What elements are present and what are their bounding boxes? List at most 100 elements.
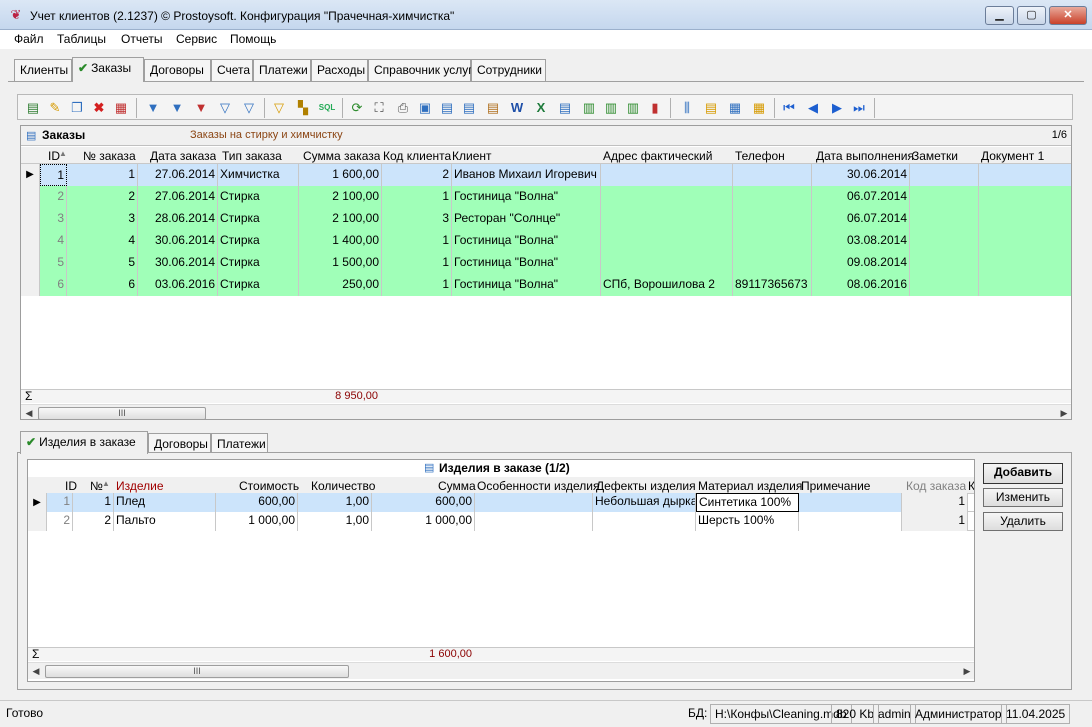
table-cell[interactable] <box>733 186 812 208</box>
table-cell[interactable] <box>910 186 979 208</box>
table-cell[interactable] <box>733 208 812 230</box>
columns-icon[interactable]: ⫼ <box>678 99 696 117</box>
col-phone[interactable]: Телефон <box>735 149 785 163</box>
table-cell[interactable]: 1 <box>902 493 968 512</box>
col-order-type[interactable]: Тип заказа <box>222 149 282 163</box>
table-cell[interactable]: 1 <box>47 493 73 512</box>
orders-hscrollbar[interactable]: ◀ III ▶ <box>21 404 1071 419</box>
table-cell[interactable]: 3 <box>67 208 138 230</box>
table-cell[interactable] <box>593 512 696 531</box>
table-cell[interactable]: Шерсть 100% <box>696 512 799 531</box>
table-cell[interactable]: 2 <box>73 512 114 531</box>
items-hscrollbar[interactable]: ◀ III ▶ <box>28 662 974 679</box>
filter-remove-icon[interactable]: ▼ <box>192 99 210 117</box>
csv2-icon[interactable]: ▥ <box>602 99 620 117</box>
table-row[interactable]: 3 3 28.06.2014 Стирка 2 100,00 3 Ресторан "Сол… <box>21 208 1071 230</box>
maximize-button[interactable]: ▢ <box>1017 6 1046 25</box>
scroll-thumb[interactable]: III <box>45 665 349 678</box>
table-cell[interactable]: Стирка <box>218 186 299 208</box>
print-icon[interactable]: ⎙ <box>394 99 412 117</box>
filter-saved-icon[interactable]: ▽ <box>270 99 288 117</box>
row-indicator[interactable]: ▶ <box>21 164 40 186</box>
table-cell[interactable] <box>733 252 812 274</box>
table-cell[interactable]: 1 <box>73 493 114 512</box>
col-client[interactable]: Клиент <box>452 149 492 163</box>
table-cell[interactable] <box>601 164 733 186</box>
table-row[interactable]: 5 5 30.06.2014 Стирка 1 500,00 1 Гостиница "Во… <box>21 252 1071 274</box>
excel-icon[interactable]: X <box>532 99 550 117</box>
table-cell[interactable] <box>910 252 979 274</box>
scroll-right-icon[interactable]: ▶ <box>961 665 973 678</box>
scroll-right-icon[interactable]: ▶ <box>1058 407 1070 419</box>
table-row[interactable]: ▶ 1 1 27.06.2014 Химчистка 1 600,00 2 Иванов Ми… <box>21 164 1071 186</box>
table-cell[interactable]: Ресторан "Солнце" <box>452 208 601 230</box>
table-cell[interactable] <box>601 252 733 274</box>
first-icon[interactable]: ⏮ <box>780 99 798 117</box>
table-cell[interactable]: Синтетика 100% <box>696 493 799 512</box>
tab-invoices[interactable]: Счета <box>211 59 253 81</box>
tab-services[interactable]: Справочник услуг <box>368 59 473 81</box>
filter-settings-icon[interactable]: ▽ <box>240 99 258 117</box>
scroll-left-icon[interactable]: ◀ <box>30 665 42 678</box>
export3-icon[interactable]: ▤ <box>484 99 502 117</box>
table-cell[interactable] <box>979 164 1071 186</box>
table-cell[interactable] <box>979 274 1071 296</box>
col-notes[interactable]: Заметки <box>912 149 958 163</box>
col-document[interactable]: Документ 1 <box>981 149 1044 163</box>
table-cell[interactable]: 250,00 <box>299 274 382 296</box>
col-id[interactable]: ID <box>65 479 77 493</box>
prev-icon[interactable]: ◀ <box>804 99 822 117</box>
add-icon[interactable]: ▤ <box>24 99 42 117</box>
scroll-left-icon[interactable]: ◀ <box>23 407 35 419</box>
table-cell[interactable]: 03.08.2014 <box>812 230 910 252</box>
row-indicator[interactable] <box>21 186 40 208</box>
table-cell[interactable]: 2 <box>47 512 73 531</box>
table-cell[interactable]: 1 <box>67 164 138 186</box>
col-features[interactable]: Особенности изделия <box>477 479 599 493</box>
table-cell[interactable]: 27.06.2014 <box>138 186 218 208</box>
table-cell[interactable]: 6 <box>67 274 138 296</box>
table-cell[interactable] <box>475 493 593 512</box>
scroll-thumb[interactable]: III <box>38 407 206 419</box>
table-cell[interactable] <box>910 230 979 252</box>
table-cell[interactable]: 600,00 <box>372 493 475 512</box>
table-cell[interactable]: 4 <box>40 230 67 252</box>
row-indicator[interactable] <box>21 230 40 252</box>
table-row[interactable]: 2 2 Пальто 1 000,00 1,00 1 000,00 Шерсть 100% 1 <box>28 512 974 531</box>
col-order-sum[interactable]: Сумма заказа <box>303 149 380 163</box>
table-row[interactable]: 6 6 03.06.2016 Стирка 250,00 1 Гостиница "Волн… <box>21 274 1071 296</box>
table-cell[interactable] <box>733 230 812 252</box>
col-done-date[interactable]: Дата выполнения <box>816 149 914 163</box>
col-note[interactable]: Примечание <box>801 479 870 493</box>
export2-icon[interactable]: ▤ <box>460 99 478 117</box>
export-xml-icon[interactable]: ▤ <box>556 99 574 117</box>
tab-sub-contracts[interactable]: Договоры <box>148 433 211 453</box>
tab-order-items[interactable]: ✔ Изделия в заказе <box>20 431 148 454</box>
table-cell[interactable] <box>910 164 979 186</box>
table-cell[interactable]: 1 <box>382 186 452 208</box>
table-cell[interactable]: 2 100,00 <box>299 208 382 230</box>
tab-payments[interactable]: Платежи <box>253 59 311 81</box>
table-cell[interactable] <box>910 274 979 296</box>
table-cell[interactable]: 08.06.2016 <box>812 274 910 296</box>
edit-button[interactable]: Изменить <box>983 488 1063 507</box>
filter-tree-icon[interactable]: ▚ <box>294 99 312 117</box>
table-cell[interactable] <box>601 230 733 252</box>
row-indicator[interactable] <box>21 274 40 296</box>
table-cell[interactable]: Гостиница "Волна" <box>452 230 601 252</box>
table-cell[interactable] <box>601 186 733 208</box>
table-cell[interactable]: 30.06.2014 <box>812 164 910 186</box>
table-cell[interactable]: 1 500,00 <box>299 252 382 274</box>
table-cell[interactable]: Стирка <box>218 208 299 230</box>
menu-help[interactable]: Помощь <box>230 32 276 46</box>
menu-service[interactable]: Сервис <box>176 32 217 46</box>
col-order-no[interactable]: № заказа <box>83 149 136 163</box>
table-cell[interactable]: 03.06.2016 <box>138 274 218 296</box>
app-icon[interactable]: ❦ <box>8 8 24 22</box>
menu-file[interactable]: Файл <box>14 32 44 46</box>
table-cell[interactable] <box>979 208 1071 230</box>
row-indicator[interactable] <box>21 252 40 274</box>
table-cell[interactable]: 2 <box>67 186 138 208</box>
copy-icon[interactable]: ❐ <box>68 99 86 117</box>
table-cell[interactable] <box>799 493 902 512</box>
